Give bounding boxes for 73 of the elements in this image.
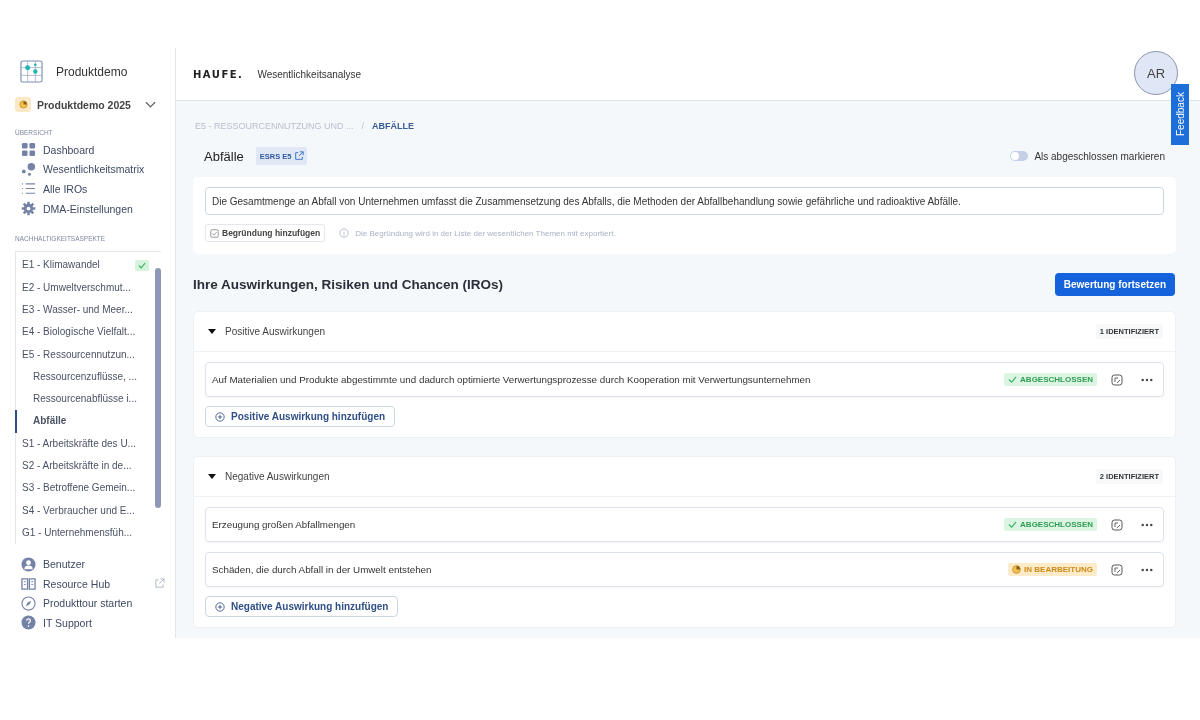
nav-link[interactable]: IT Support	[21, 613, 165, 633]
note-button[interactable]	[1109, 516, 1125, 533]
iro-text: Auf Materialien und Produkte abgestimmte und dadurch optimierte Verwertungsprozesse durch Kooperation mit Verwertungsunternehmen	[212, 374, 811, 385]
aspect-subitem[interactable]: Abfälle	[15, 410, 153, 433]
aspect-subitem[interactable]: Ressourcenzuflüsse, ...	[16, 365, 153, 389]
list-icon	[21, 181, 36, 197]
continue-button[interactable]: Bewertung fortsetzen	[1054, 273, 1175, 296]
project-selector[interactable]: Produktdemo 2025	[15, 97, 175, 112]
add-impact-button[interactable]: Positive Auswirkung hinzufügen	[205, 406, 396, 427]
grid-logo-icon	[20, 60, 43, 83]
plus-circle-icon	[215, 411, 225, 422]
user-icon	[21, 556, 36, 572]
settings-icon	[21, 201, 36, 217]
check-icon	[1008, 520, 1018, 529]
nav-link[interactable]: Wesentlichkeitsmatrix	[21, 159, 165, 180]
topic-title: Abfälle	[204, 148, 244, 164]
note-button[interactable]	[1109, 561, 1125, 578]
hint-text: Die Begründung wird in der Liste der wesentlichen Themen mit exportiert.	[355, 228, 616, 238]
note-icon	[210, 228, 219, 238]
workspace-name: Produktdemo	[56, 64, 128, 79]
completion-toggle[interactable]: Als abgeschlossen markieren	[1010, 150, 1165, 162]
nav-link[interactable]: Alle IROs	[21, 179, 165, 199]
breadcrumb-separator: /	[361, 121, 365, 131]
nav-link[interactable]: Benutzer	[21, 554, 165, 574]
feedback-tab[interactable]: Feedback	[1171, 84, 1189, 145]
aspect-item[interactable]: E3 - Wasser- und Meer...	[16, 298, 153, 322]
group-toggle[interactable]: Positive Auswirkungen	[208, 326, 326, 337]
check-icon	[1008, 375, 1018, 384]
aspect-item[interactable]: S3 - Betroffene Gemein...	[16, 477, 153, 500]
chevron-down-icon	[144, 100, 156, 109]
aspect-item[interactable]: S4 - Verbraucher und E...	[16, 499, 153, 522]
brand-logo: HAUFE.	[193, 68, 244, 80]
status-badge: ABGESCHLOSSEN	[1004, 518, 1097, 531]
status-badge: ABGESCHLOSSEN	[1004, 373, 1097, 386]
breadcrumb-link[interactable]: ABFÄLLE	[372, 121, 415, 131]
dashboard-icon	[21, 142, 36, 158]
add-impact-button[interactable]: Negative Auswirkung hinzufügen	[205, 596, 399, 617]
aspect-item[interactable]: G1 - Unternehmensfüh...	[16, 521, 153, 545]
aspect-item[interactable]: E2 - Umweltverschmut...	[16, 276, 153, 299]
status-badge: IN BEARBEITUNG	[1008, 563, 1097, 576]
aspect-subitem[interactable]: Ressourcenabflüsse i...	[16, 388, 153, 411]
book-icon	[21, 576, 36, 592]
plus-circle-icon	[215, 601, 225, 612]
nav-link[interactable]: Dashboard	[21, 140, 165, 160]
note-button[interactable]	[1109, 371, 1125, 388]
section-title: Ihre Auswirkungen, Risiken und Chancen (IROs)	[193, 277, 504, 292]
iro-row[interactable]: Erzeugung großen Abfallmengen ABGESCHLOSSEN	[205, 507, 1164, 542]
help-icon	[21, 615, 36, 631]
group-toggle[interactable]: Negative Auswirkungen	[208, 471, 330, 482]
bubbles-icon	[21, 161, 36, 177]
aspect-item[interactable]: S2 - Arbeitskräfte in de...	[16, 455, 153, 478]
description-field[interactable]: Die Gesamtmenge an Abfall von Unternehmen umfasst die Zusammensetzung des Abfalls, die Methoden der Abfallbehandlung sowie gefährliche und radioaktive Abfälle.	[205, 187, 1164, 215]
external-link-icon	[154, 578, 165, 590]
project-status-icon	[15, 97, 31, 112]
aspect-item[interactable]: S1 - Arbeitskräfte des U...	[16, 432, 153, 456]
aspect-item[interactable]: E5 - Ressourcennutzun...	[16, 343, 153, 366]
user-avatar[interactable]: AR	[1134, 51, 1178, 95]
half-circle-icon	[1012, 565, 1022, 574]
toggle-switch[interactable]	[1010, 151, 1029, 161]
compass-icon	[21, 595, 36, 611]
iro-text: Schäden, die durch Abfall in der Umwelt entstehen	[212, 564, 432, 575]
nav-link[interactable]: Produkttour starten	[21, 593, 165, 613]
aspect-item[interactable]: E1 - Klimawandel	[16, 254, 153, 277]
add-reason-button[interactable]: Begründung hinzufügen	[205, 224, 326, 242]
nav-link[interactable]: Resource Hub	[21, 573, 165, 594]
iro-row[interactable]: Auf Materialien und Produkte abgestimmte und dadurch optimierte Verwertungsprozesse durch Kooperation mit Verwertungsunternehmen ABGESCHLOSSEN	[205, 362, 1164, 397]
info-icon	[339, 228, 350, 238]
external-link-icon	[294, 151, 305, 161]
app-title: Wesentlichkeitsanalyse	[257, 68, 362, 80]
iro-row[interactable]: Schäden, die durch Abfall in der Umwelt entstehen IN BEARBEITUNG	[205, 552, 1164, 587]
iro-text: Erzeugung großen Abfallmengen	[212, 519, 356, 530]
nav-link[interactable]: DMA-Einstellungen	[21, 198, 165, 219]
aspect-item[interactable]: E4 - Biologische Vielfalt...	[16, 321, 153, 344]
